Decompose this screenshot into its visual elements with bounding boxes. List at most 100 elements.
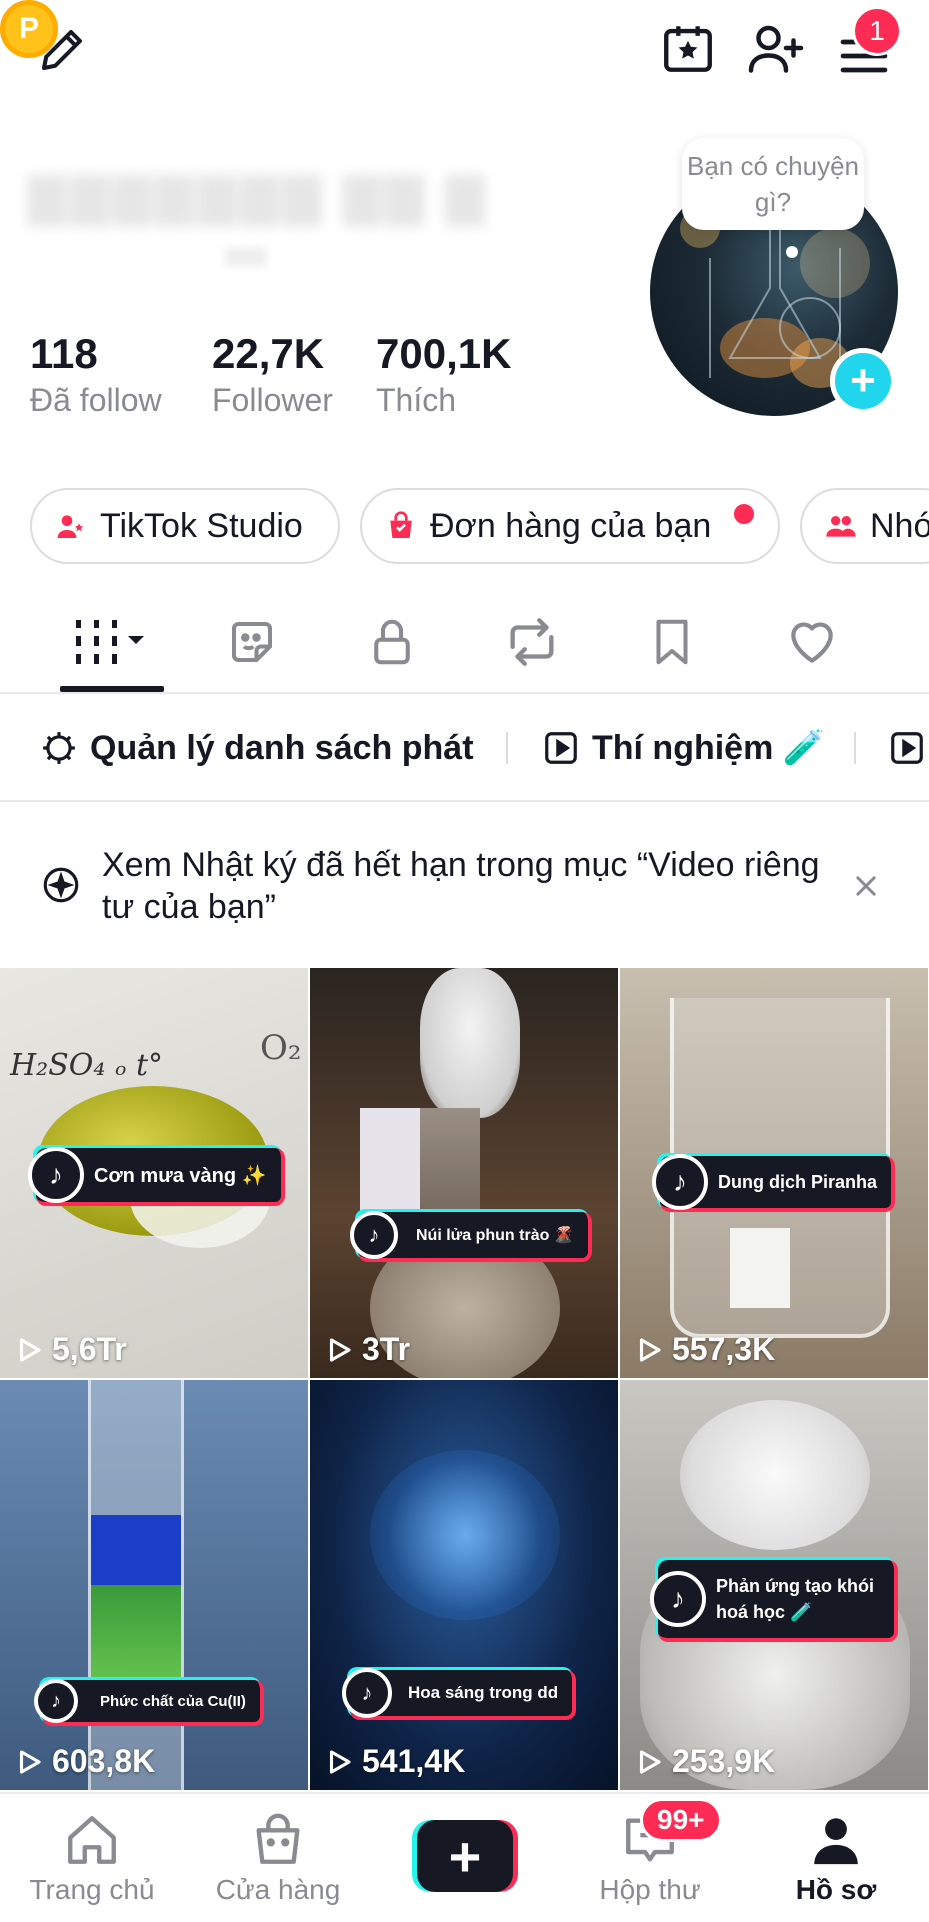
- view-count-text: 557,3K: [672, 1331, 776, 1367]
- view-count: 557,3K: [634, 1331, 775, 1368]
- active-tab-indicator: [60, 686, 164, 692]
- video-thumbnail[interactable]: ♪ Núi lửa phun trào 🌋 3Tr: [310, 968, 618, 1378]
- video-title-label: ♪ Dung dịch Piranha: [652, 1154, 896, 1212]
- following-count: 118: [30, 330, 98, 377]
- expired-diary-notice[interactable]: Xem Nhật ký đã hết hạn trong mục “Video …: [0, 804, 929, 966]
- stickers-icon: [231, 621, 273, 663]
- play-icon: [639, 1337, 661, 1362]
- tab-liked[interactable]: [742, 590, 882, 694]
- view-count-text: 541,4K: [362, 1743, 466, 1779]
- play-icon: [19, 1337, 41, 1362]
- tab-videos[interactable]: [42, 590, 182, 694]
- chip-groups[interactable]: Nhó: [800, 488, 929, 564]
- play-box-icon: [542, 729, 580, 767]
- manage-playlists-label: Quản lý danh sách phát: [90, 728, 474, 767]
- play-icon: [329, 1337, 351, 1362]
- tab-stickers[interactable]: [182, 590, 322, 694]
- video-title: Dung dịch Piranha: [718, 1171, 878, 1192]
- create-button[interactable]: +: [412, 1820, 518, 1892]
- video-title-label: ♪ Hoa sáng trong dd: [342, 1668, 577, 1720]
- video-title-label: ♪ Núi lửa phun trào 🌋: [350, 1211, 592, 1262]
- video-thumbnail[interactable]: ♪ Phức chất của Cu(II) 603,8K: [0, 1380, 308, 1790]
- bubble-tail: [786, 246, 798, 258]
- home-icon: [62, 1810, 122, 1870]
- thumbnail-decor: O₂: [260, 1028, 302, 1068]
- play-icon: [19, 1749, 41, 1774]
- view-count: 541,4K: [324, 1743, 465, 1780]
- sparkle-icon: [38, 862, 84, 908]
- view-count-text: 253,9K: [672, 1743, 776, 1779]
- view-count: 603,8K: [14, 1743, 155, 1780]
- chip-label: TikTok Studio: [100, 506, 303, 545]
- likes-count: 700,1K: [376, 330, 512, 377]
- video-grid: H₂SO₄ ₒ t° O₂ ♪ Cơn mưa vàng ✨ 5,6Tr ♪ N…: [0, 968, 929, 1792]
- studio-icon: [54, 509, 88, 543]
- nav-home[interactable]: Trang chủ: [2, 1794, 182, 1922]
- divider: [854, 732, 856, 764]
- video-thumbnail[interactable]: ♪ Phản ứng tạo khói hoá học 🧪 253,9K: [620, 1380, 928, 1790]
- heart-icon: [791, 622, 833, 663]
- calendar-star-icon[interactable]: [654, 14, 722, 82]
- video-title-label: ♪ Cơn mưa vàng ✨: [28, 1147, 285, 1206]
- chip-label: Nhó: [870, 506, 929, 545]
- blurred-username: ▇▇▇▇▇▇▇ ▇▇ ▇: [28, 169, 489, 225]
- followers-label: Follower: [212, 382, 333, 418]
- nav-profile[interactable]: Hồ sơ: [746, 1794, 926, 1922]
- stat-following[interactable]: 118 Đã follow: [30, 328, 162, 420]
- video-thumbnail[interactable]: H₂SO₄ ₒ t° O₂ ♪ Cơn mưa vàng ✨ 5,6Tr: [0, 968, 308, 1378]
- manage-playlists-button[interactable]: Quản lý danh sách phát: [40, 694, 474, 802]
- thumbnail-decor: [680, 1400, 870, 1550]
- view-count-text: 603,8K: [52, 1743, 156, 1779]
- playlist-item[interactable]: Thí nghiệm 🧪: [542, 694, 825, 802]
- view-count: 5,6Tr: [14, 1331, 127, 1368]
- nav-shop[interactable]: Cửa hàng: [188, 1794, 368, 1922]
- tab-favorites[interactable]: [602, 590, 742, 694]
- playlist-row: Quản lý danh sách phát Thí nghiệm 🧪: [0, 694, 929, 802]
- thumbnail-decor: H₂SO₄ ₒ t°: [10, 1048, 164, 1083]
- nav-inbox-label: Hộp thư: [599, 1874, 701, 1905]
- plus-icon: +: [417, 1820, 513, 1892]
- play-icon: [639, 1749, 661, 1774]
- status-bubble[interactable]: Bạn có chuyện gì?: [682, 138, 864, 230]
- video-title-label: ♪ Phản ứng tạo khói hoá học 🧪: [650, 1560, 898, 1642]
- inbox-badge: 99+: [640, 1798, 722, 1842]
- close-icon[interactable]: [846, 866, 886, 906]
- video-title: Núi lửa phun trào 🌋: [416, 1227, 574, 1244]
- gear-icon: [40, 729, 78, 767]
- chip-label: Đơn hàng của bạn: [430, 506, 712, 545]
- tab-private[interactable]: [322, 590, 462, 694]
- video-title: Cơn mưa vàng ✨: [94, 1164, 267, 1187]
- view-count: 3Tr: [324, 1331, 410, 1368]
- repost-icon: [510, 618, 554, 666]
- nav-shop-label: Cửa hàng: [215, 1874, 341, 1905]
- add-story-button[interactable]: +: [830, 348, 896, 414]
- video-thumbnail[interactable]: ♪ Hoa sáng trong dd 541,4K: [310, 1380, 618, 1790]
- tiktok-logo-icon: ♪: [28, 1147, 84, 1203]
- notice-text: Xem Nhật ký đã hết hạn trong mục “Video …: [102, 846, 820, 926]
- tiktok-logo-icon: ♪: [342, 1668, 392, 1718]
- video-thumbnail[interactable]: ♪ Dung dịch Piranha 557,3K: [620, 968, 928, 1378]
- tiktok-logo-icon: ♪: [350, 1211, 398, 1259]
- playlist-item-partial[interactable]: [888, 694, 929, 802]
- add-friend-icon[interactable]: [742, 14, 810, 82]
- shopping-bag-icon: [384, 509, 418, 543]
- followers-count: 22,7K: [212, 330, 325, 377]
- stat-likes[interactable]: 700,1K Thích: [376, 328, 511, 420]
- tab-reposts[interactable]: [462, 590, 602, 694]
- profile-icon: [806, 1810, 866, 1870]
- view-count: 253,9K: [634, 1743, 775, 1780]
- top-bar: P 1: [0, 0, 929, 110]
- following-label: Đã follow: [30, 382, 162, 418]
- thumbnail-decor: [370, 1450, 560, 1620]
- video-title: Phản ứng tạo khói hoá học 🧪: [716, 1576, 875, 1622]
- tiktok-logo-icon: ♪: [652, 1154, 708, 1210]
- videos-grid-icon: [76, 620, 144, 664]
- chip-orders[interactable]: Đơn hàng của bạn: [360, 488, 780, 564]
- divider: [506, 732, 508, 764]
- play-icon: [329, 1749, 351, 1774]
- stat-followers[interactable]: 22,7K Follower: [212, 328, 333, 420]
- profile-tabs: [0, 590, 929, 694]
- tiktok-logo-icon: ♪: [34, 1679, 78, 1723]
- edit-pencil-icon[interactable]: [30, 18, 94, 82]
- chip-tiktok-studio[interactable]: TikTok Studio: [30, 488, 340, 564]
